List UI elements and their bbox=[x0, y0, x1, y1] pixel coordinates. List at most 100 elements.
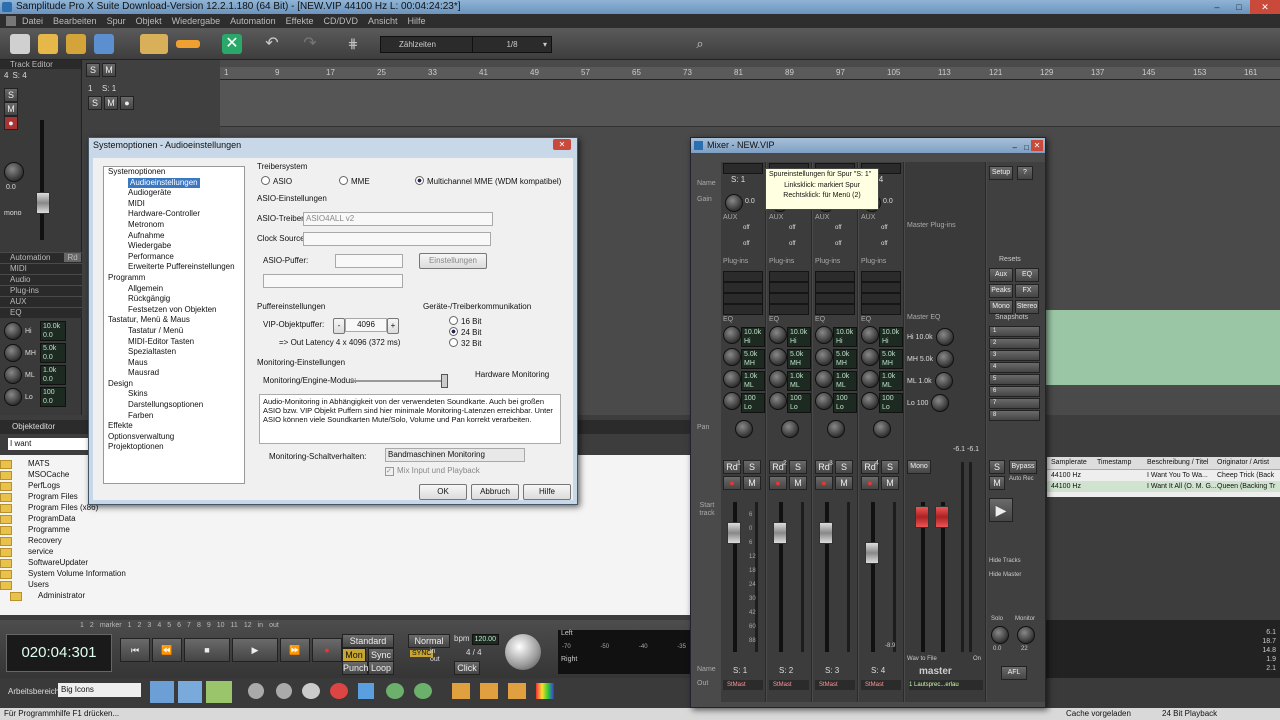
plugin-slot[interactable] bbox=[769, 282, 809, 293]
mixer-close-button[interactable]: ✕ bbox=[1031, 140, 1043, 151]
tree-item[interactable]: Systemoptionen bbox=[104, 167, 244, 178]
rewind-start-button[interactable]: ⏮ bbox=[120, 638, 150, 662]
clock-source-dropdown[interactable] bbox=[303, 232, 491, 246]
menu-spur[interactable]: Spur bbox=[107, 16, 126, 26]
mixer-minimize-button[interactable]: – bbox=[1013, 140, 1017, 155]
strip-solo-button[interactable]: S bbox=[881, 460, 899, 474]
radio-icon[interactable] bbox=[449, 316, 458, 325]
split-icon[interactable] bbox=[452, 683, 470, 699]
strip-name[interactable]: S: 1 bbox=[733, 666, 747, 675]
sync-button[interactable]: Sync bbox=[368, 648, 394, 662]
click-button[interactable]: Click bbox=[454, 661, 480, 675]
track-name[interactable]: S: 4 bbox=[12, 71, 26, 80]
master-mono-button[interactable]: Mono bbox=[907, 460, 931, 474]
dialog-close-button[interactable]: ✕ bbox=[553, 139, 571, 150]
reset-fx-button[interactable]: FX bbox=[1015, 284, 1039, 298]
tree-item[interactable]: Performance bbox=[104, 252, 244, 263]
snapshot-slot[interactable]: 4 bbox=[989, 362, 1040, 373]
tree-item[interactable]: Hardware-Controller bbox=[104, 209, 244, 220]
snapshot-slot[interactable]: 8 bbox=[989, 410, 1040, 421]
strip-fader-handle[interactable] bbox=[819, 522, 833, 544]
radio-selected-icon[interactable] bbox=[449, 327, 458, 336]
strip-solo-button[interactable]: S bbox=[835, 460, 853, 474]
eraser-icon[interactable] bbox=[176, 40, 200, 48]
workspace-dropdown[interactable]: Big Icons bbox=[58, 683, 141, 697]
tree-item[interactable]: Darstellungsoptionen bbox=[104, 400, 244, 411]
bpm-value[interactable]: 120.00 bbox=[471, 634, 499, 645]
solo-all-button[interactable]: S bbox=[989, 460, 1005, 474]
eq-knob[interactable] bbox=[769, 370, 787, 388]
aux-off-1[interactable]: off bbox=[881, 225, 888, 231]
plugin-slot[interactable] bbox=[861, 271, 901, 282]
strip-record-button[interactable]: ● bbox=[723, 476, 741, 490]
snap-icon[interactable] bbox=[414, 683, 432, 699]
tools-icon[interactable] bbox=[140, 34, 168, 54]
eq-knob[interactable] bbox=[815, 326, 833, 344]
snapshot-slot[interactable]: 6 bbox=[989, 386, 1040, 397]
plugin-slot[interactable] bbox=[769, 304, 809, 315]
auto-rec-label[interactable]: Auto Rec bbox=[1009, 476, 1039, 483]
strip-mute-button[interactable]: M bbox=[789, 476, 807, 490]
tree-item[interactable]: Allgemein bbox=[104, 284, 244, 295]
list-item[interactable]: Administrator bbox=[0, 590, 690, 601]
eq-knob[interactable] bbox=[861, 392, 879, 410]
track-lane[interactable] bbox=[220, 80, 1280, 127]
snapshot-slot[interactable]: 2 bbox=[989, 338, 1040, 349]
eq-knob[interactable] bbox=[723, 326, 741, 344]
strip-mute-button[interactable]: M bbox=[881, 476, 899, 490]
tree-item[interactable]: MIDI bbox=[104, 199, 244, 210]
vip-value[interactable]: 4096 bbox=[345, 318, 387, 332]
radio-24bit[interactable]: 24 Bit bbox=[449, 327, 481, 337]
tree-item[interactable]: Optionsverwaltung bbox=[104, 432, 244, 443]
cut-mode-icon[interactable]: ✕ bbox=[222, 34, 242, 54]
master-fader-handle[interactable] bbox=[915, 506, 929, 528]
schaltverhalten-dropdown[interactable]: Bandmaschinen Monitoring bbox=[385, 448, 525, 462]
eq-knob[interactable] bbox=[815, 392, 833, 410]
plugin-slot[interactable] bbox=[723, 282, 763, 293]
tree-item[interactable]: Metronom bbox=[104, 220, 244, 231]
record-transport-button[interactable]: ● bbox=[312, 638, 342, 662]
setup-button[interactable]: Setup bbox=[989, 166, 1013, 180]
eq-knob[interactable] bbox=[815, 370, 833, 388]
loop-button[interactable]: Loop bbox=[368, 661, 394, 675]
cancel-button[interactable]: Abbruch bbox=[471, 484, 519, 500]
strip-out-dropdown[interactable]: StMast bbox=[861, 680, 901, 690]
plugin-slot[interactable] bbox=[723, 271, 763, 282]
punch-button[interactable]: Punch bbox=[342, 661, 369, 675]
section-automation[interactable]: Automation Rd bbox=[0, 252, 82, 263]
loop-icon[interactable] bbox=[386, 683, 404, 699]
undo-icon[interactable]: ↶ bbox=[262, 34, 282, 54]
snapshot-slot[interactable]: 3 bbox=[989, 350, 1040, 361]
monitor-knob[interactable] bbox=[1017, 626, 1035, 644]
radio-32bit[interactable]: 32 Bit bbox=[449, 338, 481, 348]
eq-knob[interactable] bbox=[861, 326, 879, 344]
plugin-slot[interactable] bbox=[769, 271, 809, 282]
menu-objekt[interactable]: Objekt bbox=[136, 16, 162, 26]
menu-datei[interactable]: Datei bbox=[22, 16, 43, 26]
mix-checkbox[interactable]: ✓ Mix Input und Playback bbox=[385, 466, 480, 476]
menu-effekte[interactable]: Effekte bbox=[286, 16, 314, 26]
reset-peaks-button[interactable]: Peaks bbox=[989, 284, 1013, 298]
play-button[interactable]: ▶ bbox=[232, 638, 278, 662]
new-file-icon[interactable] bbox=[10, 34, 30, 54]
strip-mute-button[interactable]: M bbox=[743, 476, 761, 490]
radio-16bit[interactable]: 16 Bit bbox=[449, 316, 481, 326]
eq-knob[interactable] bbox=[769, 392, 787, 410]
plugin-slot[interactable] bbox=[723, 293, 763, 304]
menu-automation[interactable]: Automation bbox=[230, 16, 276, 26]
tree-item[interactable]: Erweiterte Puffereinstellungen bbox=[104, 262, 244, 273]
record-icon[interactable] bbox=[330, 683, 348, 699]
remove-icon[interactable] bbox=[276, 683, 292, 699]
timeline-ruler[interactable]: 1 9 17 25 33 41 49 57 65 73 81 89 97 105 113 121 129 137 1… bbox=[220, 67, 1280, 80]
crossfade-icon[interactable] bbox=[508, 683, 526, 699]
reset-eq-button[interactable]: EQ bbox=[1015, 268, 1039, 282]
mute-all-button[interactable]: M bbox=[989, 476, 1005, 490]
tree-item[interactable]: Audioeinstellungen bbox=[104, 177, 244, 189]
gain-knob[interactable] bbox=[4, 162, 24, 182]
aux-off-1[interactable]: off bbox=[789, 225, 796, 231]
marker-icon[interactable] bbox=[358, 683, 374, 699]
reset-aux-button[interactable]: Aux bbox=[989, 268, 1013, 282]
aux-off-2[interactable]: off bbox=[835, 241, 842, 247]
checkbox-icon[interactable]: ✓ bbox=[385, 467, 394, 476]
master-name[interactable]: master bbox=[919, 666, 952, 677]
